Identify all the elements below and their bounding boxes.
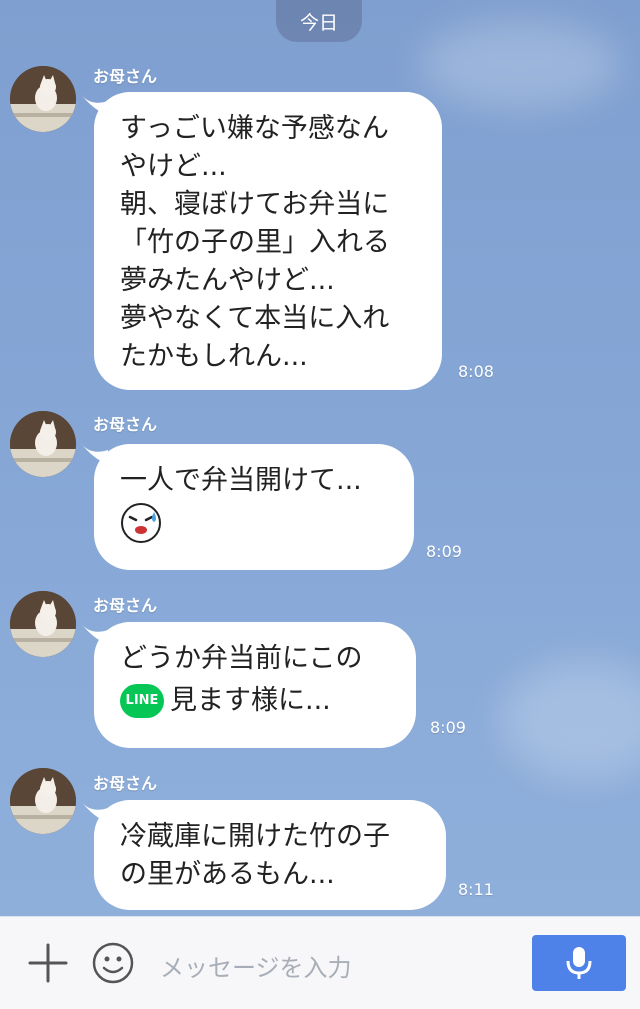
mic-icon [566, 947, 592, 979]
line-logo-icon: LINE [120, 684, 164, 718]
cloud [420, 20, 620, 110]
message-time: 8:11 [458, 880, 494, 899]
cat-avatar-icon [10, 411, 76, 477]
cat-avatar-icon [10, 768, 76, 834]
message-input[interactable]: メッセージを入力 [160, 948, 352, 983]
cat-avatar-icon [10, 66, 76, 132]
message-bubble[interactable]: どうか弁当前にこの LINE 見ます様に... [94, 622, 416, 748]
avatar[interactable] [10, 66, 76, 132]
message-time: 8:09 [430, 718, 466, 737]
message-time: 8:08 [458, 362, 494, 381]
sender-name: お母さん [93, 774, 158, 793]
plus-icon[interactable] [28, 943, 68, 983]
sender-name: お母さん [93, 67, 158, 86]
avatar[interactable] [10, 591, 76, 657]
cat-avatar-icon [10, 591, 76, 657]
mic-button[interactable] [532, 935, 626, 991]
message-input-bar: メッセージを入力 [0, 916, 640, 1009]
date-separator: 今日 [276, 0, 362, 42]
sweating-face-emoji-icon [121, 503, 161, 543]
avatar[interactable] [10, 411, 76, 477]
message-time: 8:09 [426, 542, 462, 561]
message-bubble[interactable]: 一人で弁当開けて... [94, 444, 414, 570]
message-bubble[interactable]: すっごい嫌な予感なん やけど... 朝、寝ぼけてお弁当に 「竹の子の里」入れる … [94, 92, 442, 390]
message-bubble[interactable]: 冷蔵庫に開けた竹の子 の里があるもん... [94, 800, 446, 910]
smile-icon[interactable] [92, 942, 134, 984]
sender-name: お母さん [93, 415, 158, 434]
avatar[interactable] [10, 768, 76, 834]
sender-name: お母さん [93, 596, 158, 615]
cloud [500, 660, 640, 780]
